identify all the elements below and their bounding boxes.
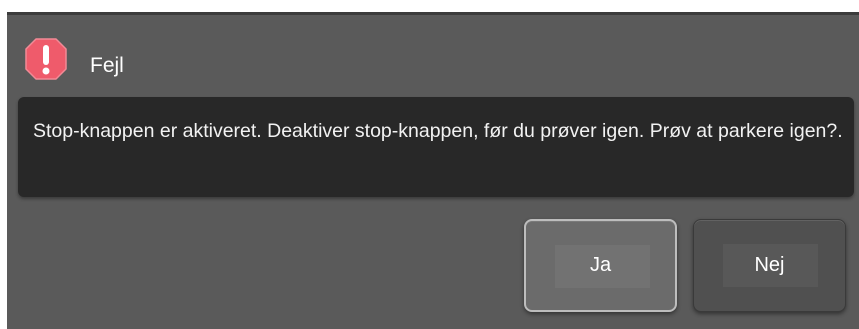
yes-button-label: Ja: [589, 254, 612, 276]
dialog-header: Fejl: [7, 36, 859, 82]
no-button-label: Nej: [754, 254, 785, 276]
message-panel: Stop-knappen er aktiveret. Deaktiver sto…: [18, 97, 854, 197]
error-message: Stop-knappen er aktiveret. Deaktiver sto…: [33, 120, 843, 142]
yes-button[interactable]: Ja: [524, 219, 677, 312]
dialog-title: Fejl: [90, 54, 124, 77]
dialog-top-border: [7, 12, 859, 15]
alert-octagon-icon: [25, 38, 67, 80]
no-button[interactable]: Nej: [693, 219, 846, 312]
error-dialog: Fejl Stop-knappen er aktiveret. Deaktive…: [7, 12, 859, 329]
